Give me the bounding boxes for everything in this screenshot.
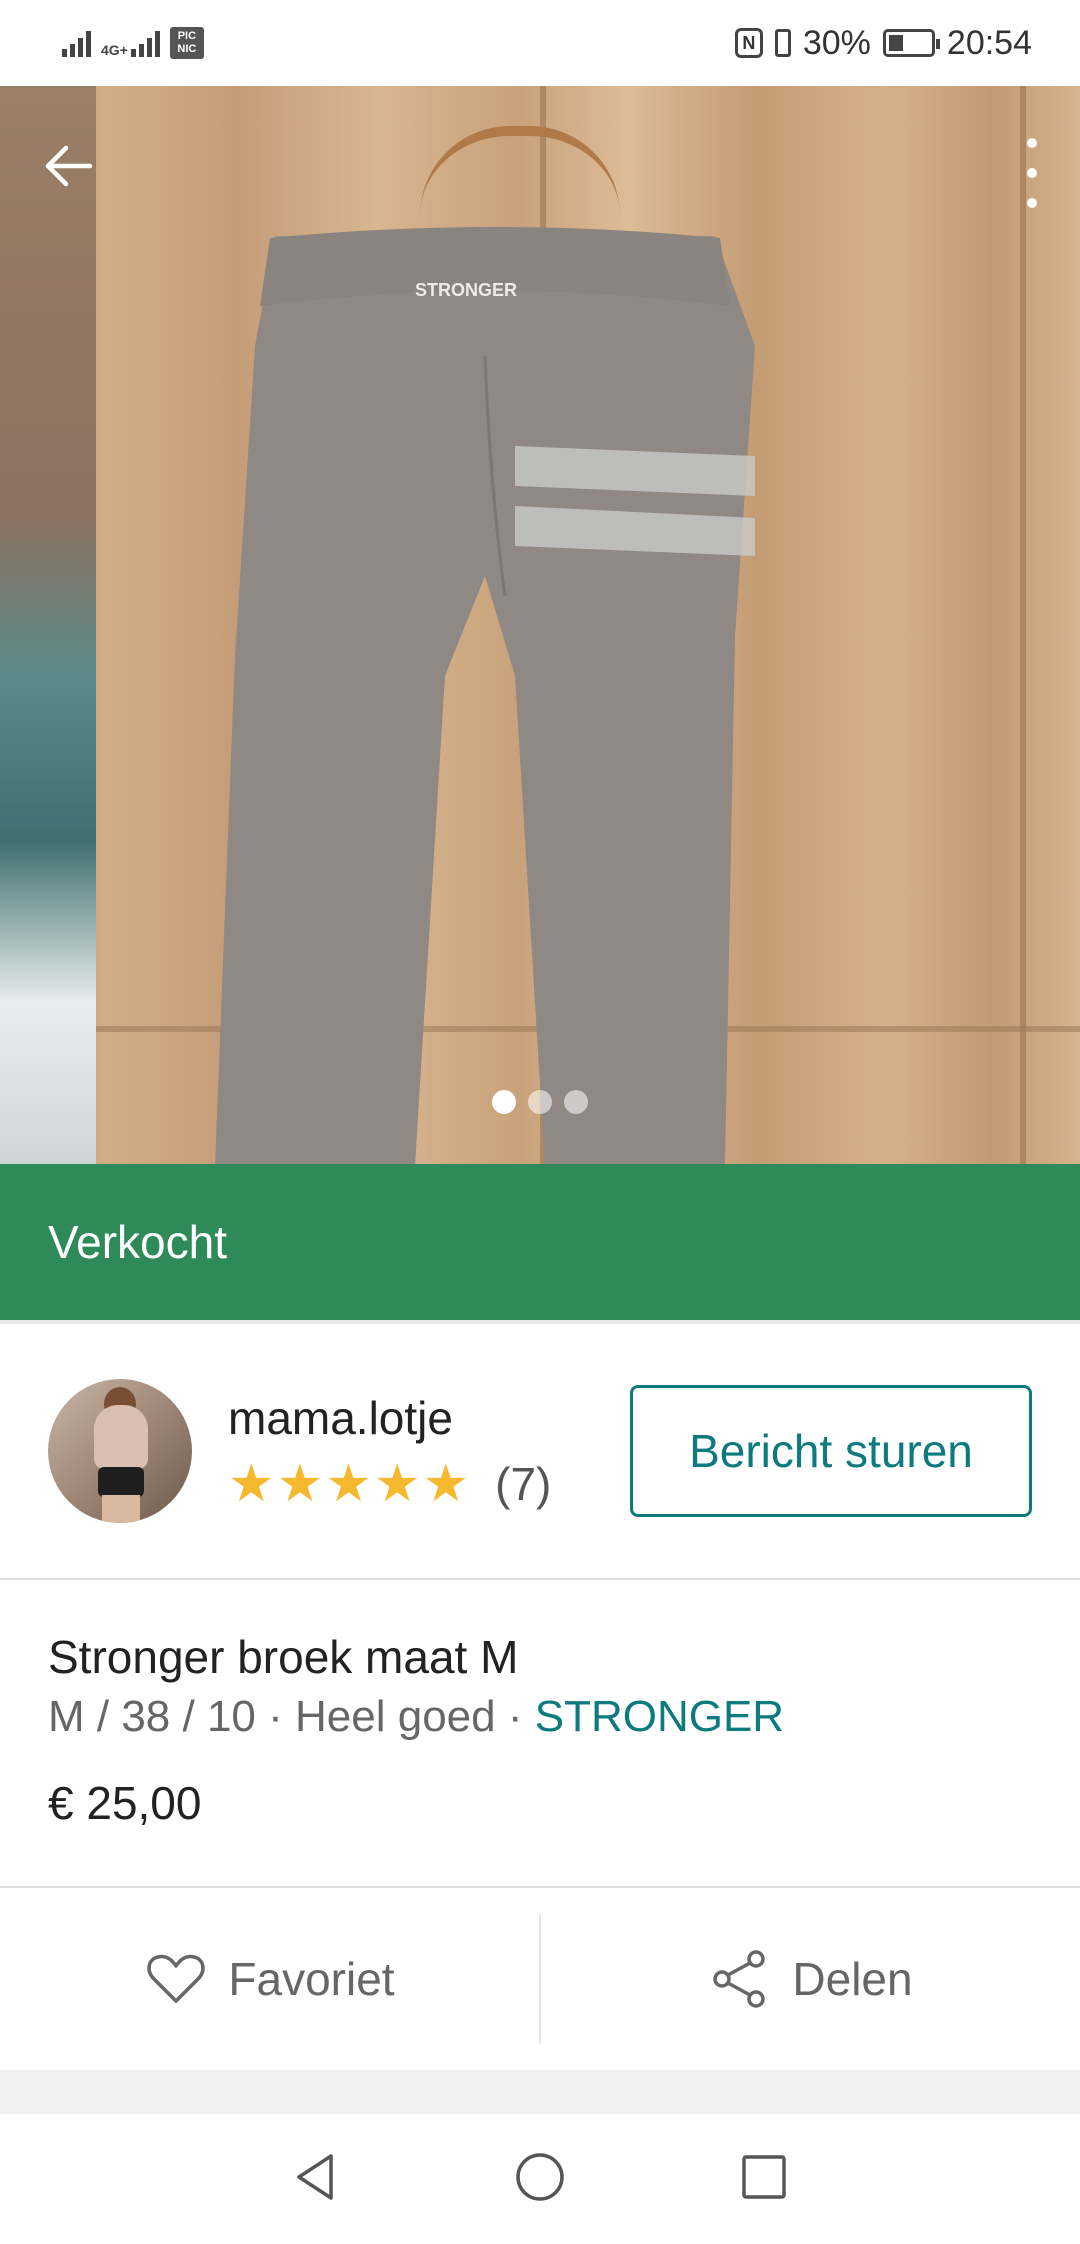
status-bar: 4G+ PIC NIC N 30% 20:54 [0,0,1080,86]
item-price: € 25,00 [48,1777,202,1829]
status-left: 4G+ PIC NIC [62,27,204,59]
section-gap [0,2070,1080,2114]
item-brand-link[interactable]: STRONGER [535,1692,784,1741]
battery-icon [882,29,940,57]
background-painting [0,86,96,1164]
network-type-label: 4G+ [101,42,128,58]
star-icon: ★ [325,1455,372,1513]
battery-percent: 30% [802,23,871,62]
signal-icon [62,29,91,57]
item-actions: Favoriet Delen [0,1888,1080,2070]
nav-back-icon[interactable] [289,2150,343,2209]
signal-4g-icon: 4G+ [101,29,160,57]
item-title: Stronger broek maat M [48,1631,519,1683]
picnic-app-icon: PIC NIC [169,27,204,59]
status-right: N 30% 20:54 [734,23,1032,63]
share-button[interactable]: Delen [541,1888,1080,2070]
gallery-pagination [0,1090,1080,1114]
send-message-button[interactable]: Bericht sturen [630,1385,1032,1517]
seller-name[interactable]: mama.lotje [228,1391,551,1445]
vibrate-icon [774,29,791,57]
nav-recents-icon[interactable] [737,2150,791,2209]
arrow-left-icon[interactable] [38,136,98,196]
rating-count: (7) [495,1458,552,1510]
star-icon: ★ [276,1455,324,1513]
heart-icon [147,1954,206,2003]
meta-separator: · [495,1692,535,1741]
favorite-button[interactable]: Favoriet [0,1888,539,2070]
gallery-dot [492,1090,516,1114]
seller-info[interactable]: mama.lotje ★ ★ ★ ★ ★ (7) [228,1391,551,1511]
clock: 20:54 [946,23,1032,62]
seller-section: mama.lotje ★ ★ ★ ★ ★ (7) Bericht sturen [0,1324,1080,1578]
item-size: M / 38 / 10 [48,1692,256,1741]
product-image-gallery[interactable]: STRONGER [0,86,1080,1164]
sold-label: Verkocht [48,1216,227,1268]
share-label: Delen [792,1953,913,2005]
star-icon: ★ [373,1455,421,1513]
seller-rating[interactable]: ★ ★ ★ ★ ★ (7) [228,1457,551,1511]
product-photo-leggings: STRONGER [215,156,775,1164]
star-icon: ★ [422,1455,470,1513]
rating-stars: ★ ★ ★ ★ ★ [228,1458,469,1510]
star-icon: ★ [228,1455,275,1513]
item-details: Stronger broek maat M M / 38 / 10 · Heel… [48,1580,1032,1886]
nav-home-icon[interactable] [513,2150,567,2209]
more-vertical-icon[interactable] [1020,138,1044,208]
item-condition: Heel goed [295,1692,496,1741]
avatar[interactable] [48,1379,192,1523]
gallery-dot [564,1090,588,1114]
nfc-icon: N [734,28,763,58]
share-icon [713,1950,766,2008]
meta-separator: · [255,1692,295,1741]
item-meta: M / 38 / 10 · Heel goed · STRONGER [48,1692,784,1742]
waistband-text: STRONGER [415,280,517,300]
sold-banner: Verkocht [0,1164,1080,1320]
favorite-label: Favoriet [228,1953,395,2005]
gallery-dot [528,1090,552,1114]
system-nav-bar [0,2114,1080,2244]
